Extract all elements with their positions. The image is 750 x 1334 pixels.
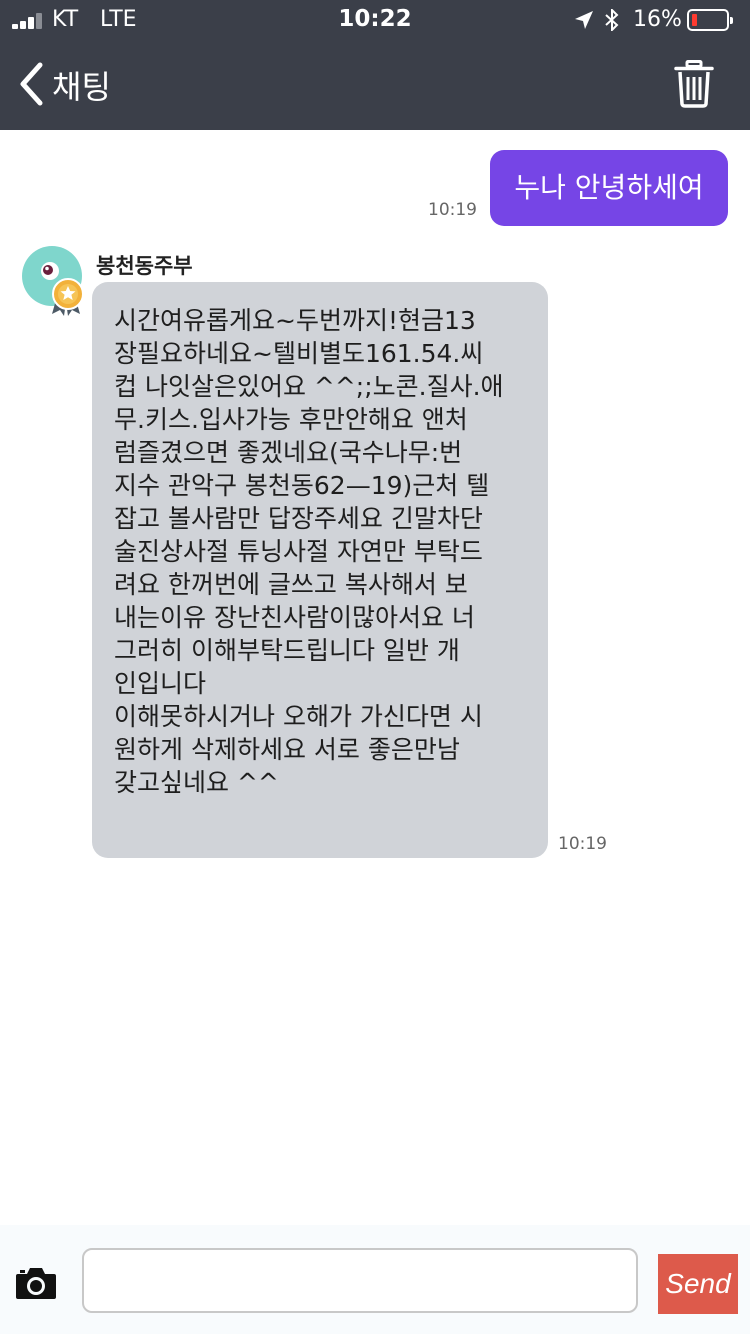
message-line: 려요 한꺼번에 글쓰고 복사해서 보 — [114, 570, 468, 599]
message-line: 술진상사절 튜닝사절 자연만 부탁드 — [114, 537, 483, 566]
status-bar: KT LTE 10:22 16% — [0, 0, 750, 40]
message-line: 원하게 삭제하세요 서로 좋은만남 — [114, 735, 460, 764]
camera-icon[interactable] — [14, 1265, 58, 1301]
send-button[interactable]: Send — [658, 1254, 738, 1314]
battery-percent: 16% — [633, 7, 682, 32]
chat-screen: KT LTE 10:22 16% 채팅 누나 안녕하세여 10:19 봉천동주부… — [0, 0, 750, 1334]
message-input[interactable] — [82, 1248, 638, 1313]
header: KT LTE 10:22 16% 채팅 — [0, 0, 750, 130]
message-line: 갖고싶네요 ^^ — [114, 768, 279, 797]
message-line: 지수 관악구 봉천동62—19)근처 텔 — [114, 471, 490, 500]
message-list[interactable]: 누나 안녕하세여 10:19 봉천동주부 시간여유롭게요~두번까지!현금13 장… — [0, 130, 750, 1225]
message-line: 그러히 이해부탁드립니다 일반 개 — [114, 636, 460, 665]
location-arrow-icon — [575, 11, 593, 29]
message-line: 럼즐겼으면 좋겠네요(국수나무:번 — [114, 438, 463, 467]
chevron-left-icon — [20, 62, 43, 106]
message-input-bar: Send — [0, 1225, 750, 1334]
message-line: 잡고 볼사람만 답장주세요 긴말차단 — [114, 504, 483, 533]
message-line: 내는이유 장난친사람이많아서요 너 — [114, 603, 475, 632]
battery-icon — [687, 9, 733, 31]
outgoing-message-time: 10:19 — [428, 200, 477, 220]
trash-icon[interactable] — [674, 60, 714, 108]
message-line: 시간여유롭게요~두번까지!현금13 — [114, 306, 476, 335]
message-line: 인입니다 — [114, 669, 207, 698]
message-line: 컵 나잇살은있어요 ^^;;노콘.질사.애 — [114, 372, 504, 401]
back-label: 채팅 — [52, 68, 111, 106]
incoming-message-bubble[interactable]: 시간여유롭게요~두번까지!현금13 장필요하네요~텔비별도161.54.씨 컵 … — [92, 282, 548, 858]
nav-bar: 채팅 — [0, 40, 750, 130]
message-line: 이해못하시거나 오해가 가신다면 시 — [114, 702, 483, 731]
message-line: 장필요하네요~텔비별도161.54.씨 — [114, 339, 484, 368]
bluetooth-icon — [605, 9, 619, 31]
sender-avatar[interactable] — [22, 246, 86, 320]
message-line: 무.키스.입사가능 후만안해요 앤처 — [114, 405, 468, 434]
outgoing-message-bubble[interactable]: 누나 안녕하세여 — [490, 150, 728, 226]
battery-level-fill — [692, 14, 697, 26]
back-button[interactable]: 채팅 — [12, 60, 132, 108]
incoming-message-time: 10:19 — [558, 834, 607, 854]
sender-name: 봉천동주부 — [96, 254, 193, 278]
